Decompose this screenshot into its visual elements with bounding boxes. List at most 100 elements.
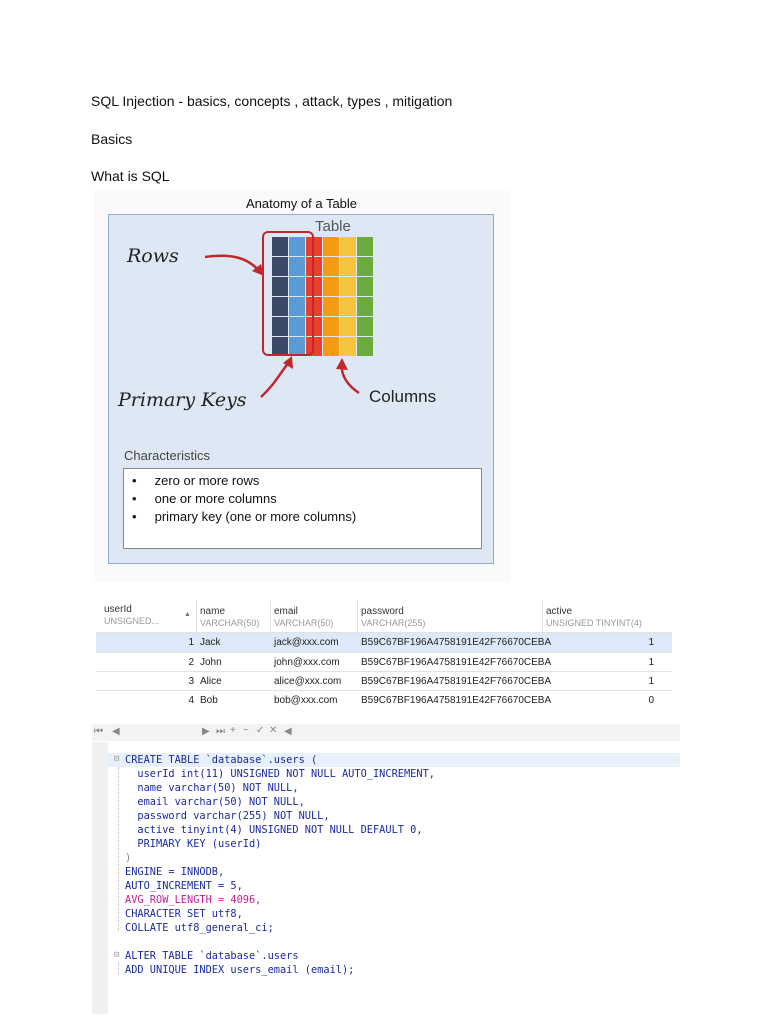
table-cell <box>272 257 288 276</box>
table-cell <box>323 297 339 316</box>
table-cell <box>357 277 373 296</box>
code-line: CREATE TABLE `database`.users ( <box>125 754 318 766</box>
primary-keys-label: Primary Keys <box>118 389 247 411</box>
table-cell <box>340 317 356 336</box>
code-line: PRIMARY KEY (userId) <box>125 838 262 850</box>
code-line: ) <box>125 852 132 864</box>
cell-password: B59C67BF196A4758191E42F76670CEBA <box>361 676 552 687</box>
apply-edit-icon[interactable]: ✓ <box>256 725 264 736</box>
table-cell <box>340 257 356 276</box>
cell-email: john@xxx.com <box>274 657 340 668</box>
column-header-active[interactable]: active <box>546 606 572 617</box>
column-header-name[interactable]: name <box>200 606 225 617</box>
scroll-left-icon[interactable]: ◀ <box>284 726 292 737</box>
users-data-grid: userId UNSIGNED... ▲ name VARCHAR(50) em… <box>96 598 672 713</box>
code-line: name varchar(50) NOT NULL, <box>125 782 299 794</box>
cell-password: B59C67BF196A4758191E42F76670CEBA <box>361 695 552 706</box>
sql-code-editor[interactable]: ⊟ ⊟ CREATE TABLE `database`.users ( user… <box>92 742 680 1014</box>
cell-email: alice@xxx.com <box>274 676 342 687</box>
table-cell <box>323 277 339 296</box>
table-row[interactable]: 2 John john@xxx.com B59C67BF196A4758191E… <box>96 652 672 672</box>
cell-active: 1 <box>648 637 654 648</box>
cell-email: jack@xxx.com <box>274 637 339 648</box>
document-heading: SQL Injection - basics, concepts , attac… <box>91 93 453 109</box>
cell-password: B59C67BF196A4758191E42F76670CEBA <box>361 657 552 668</box>
table-cell <box>340 277 356 296</box>
cell-email: bob@xxx.com <box>274 695 338 706</box>
fold-guide <box>118 767 120 931</box>
table-cell <box>272 237 288 256</box>
table-cell <box>357 337 373 356</box>
cell-name: John <box>200 657 222 668</box>
code-line: AUTO_INCREMENT = 5, <box>125 880 243 892</box>
fold-toggle-icon[interactable]: ⊟ <box>114 950 119 960</box>
previous-record-icon[interactable]: ◀ <box>112 726 120 737</box>
column-type-password: VARCHAR(255) <box>361 618 426 628</box>
table-cell <box>323 257 339 276</box>
cell-name: Alice <box>200 676 222 687</box>
grid-header: userId UNSIGNED... ▲ name VARCHAR(50) em… <box>96 598 672 633</box>
table-cell <box>289 337 305 356</box>
cell-userid: 1 <box>188 637 194 648</box>
code-line: email varchar(50) NOT NULL, <box>125 796 305 808</box>
sort-ascending-icon[interactable]: ▲ <box>184 611 191 618</box>
code-line: active tinyint(4) UNSIGNED NOT NULL DEFA… <box>125 824 423 836</box>
code-line: password varchar(255) NOT NULL, <box>125 810 330 822</box>
characteristic-item: • zero or more rows <box>132 473 260 488</box>
table-row[interactable]: 3 Alice alice@xxx.com B59C67BF196A475819… <box>96 671 672 691</box>
figure-title: Anatomy of a Table <box>245 196 358 211</box>
editor-gutter <box>92 742 108 1014</box>
section-heading: Basics <box>91 131 133 147</box>
characteristic-item: • primary key (one or more columns) <box>132 509 357 524</box>
column-type-active: UNSIGNED TINYINT(4) <box>546 618 642 628</box>
cell-userid: 4 <box>188 695 194 706</box>
cell-name: Bob <box>200 695 218 706</box>
rows-arrow <box>204 254 260 272</box>
next-record-icon[interactable]: ▶ <box>202 726 210 737</box>
fold-guide <box>118 963 120 975</box>
table-cell <box>289 257 305 276</box>
anatomy-figure: Anatomy of a Table Rows Table Primary Ke… <box>93 190 510 582</box>
table-cell <box>323 337 339 356</box>
code-line: ENGINE = INNODB, <box>125 866 225 878</box>
fold-toggle-icon[interactable]: ⊟ <box>114 754 119 764</box>
table-cell <box>289 317 305 336</box>
cell-active: 0 <box>648 695 654 706</box>
code-line: CHARACTER SET utf8, <box>125 908 243 920</box>
cancel-edit-icon[interactable]: ✕ <box>269 725 277 736</box>
table-cell <box>340 297 356 316</box>
column-header-password[interactable]: password <box>361 606 404 617</box>
table-row[interactable]: 4 Bob bob@xxx.com B59C67BF196A4758191E42… <box>96 690 672 710</box>
subsection-heading: What is SQL <box>91 168 170 184</box>
code-line: ALTER TABLE `database`.users <box>125 950 299 962</box>
table-illustration <box>204 231 373 398</box>
column-type-name: VARCHAR(50) <box>200 618 260 628</box>
table-cell <box>272 297 288 316</box>
figure-panel: Rows Table Primary Keys Columns Characte… <box>108 214 494 564</box>
table-cell <box>289 297 305 316</box>
table-cell <box>272 277 288 296</box>
column-header-userid[interactable]: userId <box>104 604 132 615</box>
code-line: userId int(11) UNSIGNED NOT NULL AUTO_IN… <box>125 768 435 780</box>
table-row[interactable]: 1 Jack jack@xxx.com B59C67BF196A4758191E… <box>96 632 672 652</box>
cell-name: Jack <box>200 637 221 648</box>
characteristic-item: • one or more columns <box>132 491 277 506</box>
column-header-email[interactable]: email <box>274 606 298 617</box>
table-cell <box>357 317 373 336</box>
table-cell <box>272 337 288 356</box>
table-cell <box>323 317 339 336</box>
cell-password: B59C67BF196A4758191E42F76670CEBA <box>361 637 552 648</box>
cell-active: 1 <box>648 676 654 687</box>
first-record-icon[interactable]: ⏮ <box>94 726 103 737</box>
grid-navigator-toolbar: ⏮ ◀ ▶ ⏭ + − ✓ ✕ ◀ <box>92 724 680 741</box>
table-cell <box>323 237 339 256</box>
code-line: ADD UNIQUE INDEX users_email (email); <box>125 964 355 976</box>
code-line: AVG_ROW_LENGTH = 4096, <box>125 894 262 906</box>
last-record-icon[interactable]: ⏭ <box>216 726 225 737</box>
cell-active: 1 <box>648 657 654 668</box>
column-type-userid: UNSIGNED... <box>104 616 160 626</box>
characteristics-box: • zero or more rows • one or more column… <box>123 468 482 549</box>
add-record-icon[interactable]: + <box>230 725 236 736</box>
remove-record-icon[interactable]: − <box>243 725 249 736</box>
primary-keys-arrow <box>260 361 290 398</box>
